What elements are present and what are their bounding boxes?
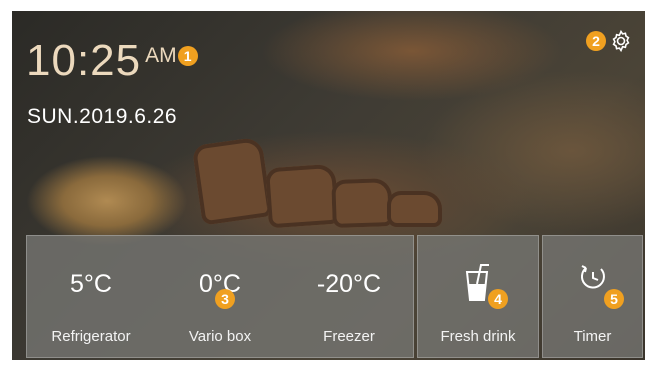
zone-refrigerator[interactable]: 5°C Refrigerator (27, 236, 155, 357)
freezer-temperature: -20°C (316, 270, 382, 298)
date-display: SUN.2019.6.26 (27, 105, 178, 128)
timer-icon (580, 265, 605, 289)
fresh-drink-label: Fresh drink (440, 328, 516, 345)
fresh-drink-tile[interactable]: 4 Fresh drink (417, 235, 539, 358)
timer-tile[interactable]: 5 Timer (542, 235, 643, 358)
callout-badge-4: 4 (488, 289, 508, 309)
callout-badge-1: 1 (177, 46, 198, 66)
background-photo (264, 163, 340, 229)
freezer-label: Freezer (323, 328, 375, 345)
zone-vario-box[interactable]: 0°C 3 Vario box (156, 236, 284, 357)
callout-badge-3: 3 (215, 289, 235, 309)
settings-button[interactable] (609, 29, 633, 53)
background-photo (387, 191, 442, 227)
background-photo (331, 177, 393, 229)
refrigerator-label: Refrigerator (51, 328, 131, 345)
refrigerator-temperature: 5°C (70, 270, 112, 298)
timer-label: Timer (573, 328, 612, 345)
clock-meridiem: AM (145, 44, 177, 67)
clock-time: 10:25 (26, 36, 142, 85)
clock[interactable]: 10:25 AM 1 (26, 39, 198, 83)
callout-badge-2: 2 (586, 31, 606, 51)
gear-icon (612, 29, 630, 53)
settings-area: 2 (586, 29, 633, 53)
temperature-zones-panel: 5°C Refrigerator 0°C 3 Vario box -20°C F… (26, 235, 414, 358)
callout-badge-5: 5 (604, 289, 624, 309)
zone-freezer[interactable]: -20°C Freezer (285, 236, 413, 357)
background-photo (191, 136, 273, 226)
vario-box-label: Vario box (188, 328, 252, 345)
home-screen: 10:25 AM 1 SUN.2019.6.26 2 5°C Refrigera… (12, 11, 645, 360)
